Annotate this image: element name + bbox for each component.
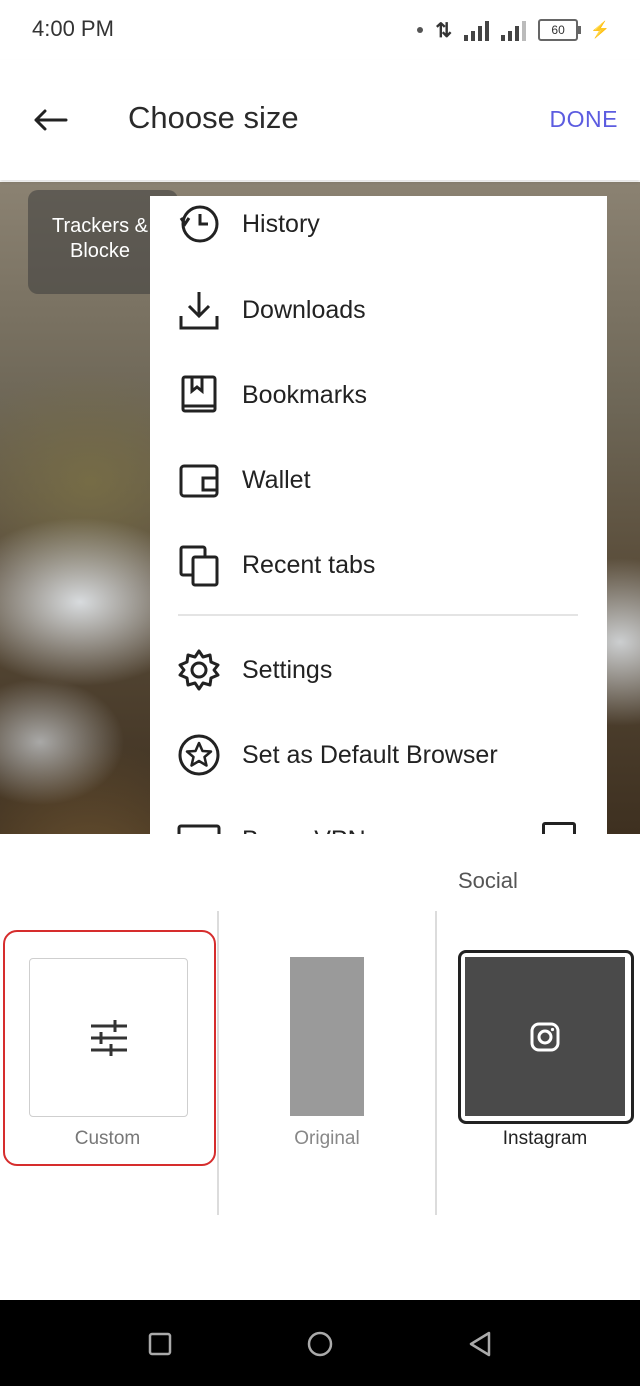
recent-tabs-icon: [176, 542, 222, 588]
back-nav-button[interactable]: [460, 1324, 500, 1364]
column-divider: [435, 911, 437, 1215]
vpn-icon: [176, 817, 222, 834]
gear-icon: [176, 647, 222, 693]
download-icon: [176, 287, 222, 333]
column-divider: [217, 911, 219, 1215]
home-icon: [307, 1331, 333, 1357]
battery-icon: 60: [538, 19, 582, 41]
vpn-toggle-icon: [542, 822, 576, 834]
charging-icon: ⚡: [590, 22, 610, 39]
menu-label: Wallet: [242, 465, 311, 494]
menu-divider: [178, 614, 578, 616]
original-option-button[interactable]: [290, 957, 364, 1116]
menu-label: Brave VPN: [242, 826, 366, 835]
menu-item-bookmarks: Bookmarks: [150, 355, 607, 435]
menu-label: Downloads: [242, 295, 366, 324]
recent-apps-button[interactable]: [140, 1324, 180, 1364]
menu-item-downloads: Downloads: [150, 270, 607, 350]
sliders-icon: [90, 1019, 127, 1056]
status-icons: ⇅ 60 ⚡: [417, 16, 610, 44]
menu-item-recent-tabs: Recent tabs: [150, 525, 607, 605]
section-label-social: Social: [458, 868, 518, 893]
system-nav-bar: [0, 1300, 640, 1386]
menu-label: Recent tabs: [242, 550, 376, 579]
instagram-option-label: Instagram: [502, 1128, 588, 1149]
original-option-label: Original: [294, 1128, 360, 1149]
screenshot-preview[interactable]: Trackers & Blocke History Downloads Book…: [0, 182, 640, 834]
bookmark-icon: [176, 372, 222, 418]
notification-dot-icon: [417, 27, 424, 33]
custom-option-label: Custom: [74, 1128, 141, 1149]
wallet-icon: [176, 457, 222, 503]
signal-icon: [501, 19, 527, 41]
status-bar: 4:00 PM ⇅ 60 ⚡: [0, 0, 640, 60]
size-options-panel: Social Custom Original Instagram: [0, 848, 640, 1300]
instagram-icon: [530, 1022, 560, 1051]
recent-apps-icon: [148, 1332, 172, 1356]
menu-label: Bookmarks: [242, 380, 368, 409]
page-title: Choose size: [128, 100, 299, 135]
status-time: 4:00 PM: [32, 16, 114, 41]
app-bar: Choose size DONE: [0, 60, 640, 180]
back-button[interactable]: [26, 96, 74, 144]
instagram-option-button[interactable]: [465, 957, 625, 1116]
star-badge-icon: [176, 732, 222, 778]
menu-label: Set as Default Browser: [242, 740, 498, 769]
menu-item-vpn: Brave VPN: [150, 800, 607, 834]
menu-item-default-browser: Set as Default Browser: [150, 715, 607, 795]
browser-menu-panel: History Downloads Bookmarks Wallet Recen…: [150, 196, 607, 834]
menu-item-history: History: [150, 196, 607, 264]
menu-label: History: [242, 209, 320, 238]
done-button[interactable]: DONE: [550, 106, 618, 133]
signal-4g-icon: [464, 19, 490, 41]
home-button[interactable]: [300, 1324, 340, 1364]
menu-label: Settings: [242, 655, 333, 684]
data-transfer-icon: ⇅: [435, 19, 453, 42]
back-triangle-icon: [469, 1331, 491, 1357]
arrow-left-icon: [34, 109, 68, 131]
menu-item-settings: Settings: [150, 630, 607, 710]
menu-item-wallet: Wallet: [150, 440, 607, 520]
history-icon: [176, 201, 222, 247]
tracker-text: Trackers & Blocke: [52, 215, 148, 262]
custom-option-button[interactable]: [29, 958, 188, 1117]
